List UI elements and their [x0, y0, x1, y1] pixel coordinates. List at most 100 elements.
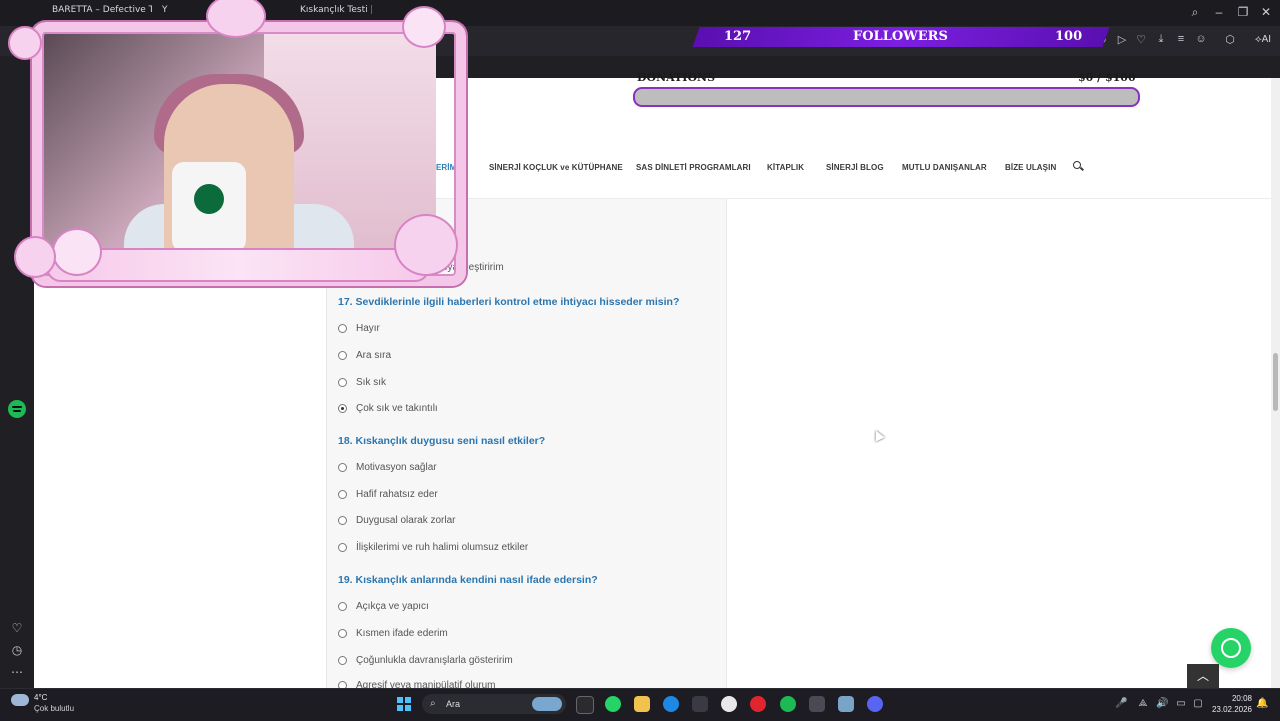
weather-temp[interactable]: 4°C	[34, 693, 47, 702]
option-label: Çoğunlukla davranışlarla gösteririm	[356, 655, 513, 666]
quiz-option[interactable]: Agresif veya manipülatif olurum	[338, 680, 496, 688]
notification-icon[interactable]: 🔔	[1256, 698, 1268, 709]
ai-button[interactable]: ⟡AI	[1248, 30, 1278, 50]
history-icon[interactable]: ◷	[9, 642, 25, 658]
quiz-option[interactable]: Sık sık	[338, 377, 386, 388]
nav-item-iletisim[interactable]: BİZE ULAŞIN	[1005, 163, 1056, 172]
discord-icon[interactable]	[867, 696, 883, 712]
option-label: İlişkilerimi ve ruh halimi olumsuz etkil…	[356, 542, 529, 553]
option-label: Motivasyon sağlar	[356, 462, 437, 473]
skull-ornament-icon	[402, 6, 446, 48]
quiz-option[interactable]: Hayır	[338, 323, 380, 334]
scroll-thumb[interactable]	[1273, 353, 1278, 411]
search-highlight-image	[532, 697, 562, 711]
taskbar-time[interactable]: 20:08	[1222, 694, 1252, 703]
radio-button[interactable]	[338, 543, 347, 552]
option-label: Hayır	[356, 323, 380, 334]
network-icon[interactable]: ⟁	[1137, 698, 1149, 709]
whatsapp-icon[interactable]	[605, 696, 621, 712]
display-icon[interactable]: ▢	[1192, 698, 1204, 709]
search-icon: ⌕	[430, 698, 436, 709]
minimize-icon[interactable]: –	[1211, 5, 1227, 19]
store-icon[interactable]	[692, 696, 708, 712]
donations-progress-bar	[633, 87, 1140, 107]
nav-item-kitaplik[interactable]: KİTAPLIK	[767, 163, 804, 172]
quiz-option[interactable]: Çok sık ve takıntılı	[338, 403, 438, 414]
followers-count: 127	[724, 29, 752, 44]
quiz-option[interactable]: Kısmen ifade ederim	[338, 628, 448, 639]
donations-amount: $0 / $100	[1078, 71, 1136, 84]
volume-icon[interactable]: 🔊	[1156, 698, 1168, 709]
radio-button[interactable]	[338, 681, 347, 688]
radio-button[interactable]	[338, 490, 347, 499]
chatgpt-icon[interactable]	[721, 696, 737, 712]
radio-button[interactable]	[338, 602, 347, 611]
radio-button[interactable]	[338, 324, 347, 333]
nav-item-sas[interactable]: SAS DİNLETİ PROGRAMLARI	[636, 163, 751, 172]
quiz-option[interactable]: Çoğunlukla davranışlarla gösteririm	[338, 655, 513, 666]
cube-icon[interactable]: ⬡	[1223, 33, 1237, 46]
quiz-option[interactable]: Hafif rahatsız eder	[338, 489, 438, 500]
edge-icon[interactable]	[663, 696, 679, 712]
quiz-option[interactable]: İlişkilerimi ve ruh halimi olumsuz etkil…	[338, 542, 528, 553]
taskbar-date[interactable]: 23.02.2026	[1204, 705, 1252, 714]
nav-item-danisanlar[interactable]: MUTLU DANIŞANLAR	[902, 163, 987, 172]
download-icon[interactable]: ⤓	[1154, 33, 1168, 46]
search-label: Ara	[446, 699, 461, 709]
quiz-option[interactable]: Açıkça ve yapıcı	[338, 601, 429, 612]
profile-icon[interactable]: ☺	[1194, 33, 1208, 45]
windows-start-button[interactable]	[397, 697, 411, 711]
file-explorer-icon[interactable]	[634, 696, 650, 712]
opera-icon[interactable]	[750, 696, 766, 712]
option-label: Kısmen ifade ederim	[356, 628, 448, 639]
nav-item-kocluk[interactable]: SİNERJİ KOÇLUK ve KÜTÜPHANE	[489, 163, 623, 172]
microphone-icon[interactable]: 🎤	[1115, 698, 1127, 709]
moon-ornament-icon	[8, 26, 42, 60]
obs-icon[interactable]	[809, 696, 825, 712]
spotify-icon[interactable]	[780, 696, 796, 712]
task-view-icon[interactable]	[576, 696, 594, 714]
quiz-option[interactable]: Motivasyon sağlar	[338, 462, 437, 473]
radio-button[interactable]	[338, 629, 347, 638]
skull-ornament-icon	[52, 228, 102, 276]
maximize-icon[interactable]: ❐	[1235, 5, 1251, 19]
followers-goal: 100	[1055, 29, 1083, 44]
quiz-option[interactable]: Duygusal olarak zorlar	[338, 515, 456, 526]
heart-icon[interactable]: ♡	[9, 620, 25, 636]
taskbar-search[interactable]: ⌕ Ara	[422, 694, 566, 714]
donations-label: DONATIONS	[637, 71, 716, 84]
potion-bottle-icon	[394, 214, 458, 276]
radio-button[interactable]	[338, 378, 347, 387]
page-scrollbar[interactable]	[1271, 78, 1280, 688]
radio-button[interactable]	[338, 463, 347, 472]
battery-icon[interactable]: ▭	[1175, 698, 1187, 709]
ai-label: AI	[1261, 34, 1272, 45]
menu-icon[interactable]: ≡	[1174, 33, 1188, 45]
question-title: 18. Kıskançlık duygusu seni nasıl etkile…	[338, 435, 546, 447]
option-label: Ara sıra	[356, 350, 392, 361]
scroll-to-top-button[interactable]: ︿	[1187, 664, 1219, 688]
radio-button[interactable]	[338, 516, 347, 525]
radio-button[interactable]	[338, 656, 347, 665]
search-tabs-icon[interactable]: ⌕	[1187, 5, 1203, 20]
weather-desc[interactable]: Çok bulutlu	[34, 704, 74, 713]
option-label: Sık sık	[356, 377, 387, 388]
search-icon[interactable]	[1072, 160, 1086, 174]
rose-ornament-icon	[14, 236, 56, 278]
lace-ribbon	[46, 248, 430, 282]
close-icon[interactable]: ✕	[1258, 5, 1274, 19]
webcam-overlay	[6, 0, 466, 300]
option-label: Hafif rahatsız eder	[356, 489, 438, 500]
heart-icon[interactable]: ♡	[1134, 33, 1148, 46]
more-icon[interactable]: ⋯	[9, 664, 25, 680]
spotify-icon[interactable]	[8, 400, 26, 418]
followers-label: FOLLOWERS	[853, 29, 948, 44]
radio-button[interactable]	[338, 351, 347, 360]
nav-item-blog[interactable]: SİNERJİ BLOG	[826, 163, 884, 172]
app-icon[interactable]	[838, 696, 854, 712]
play-icon[interactable]: ▷	[1115, 33, 1129, 46]
quiz-option[interactable]: Ara sıra	[338, 350, 391, 361]
whatsapp-chat-button[interactable]	[1211, 628, 1251, 668]
option-label: Çok sık ve takıntılı	[356, 403, 438, 414]
radio-button-checked[interactable]	[338, 404, 347, 413]
